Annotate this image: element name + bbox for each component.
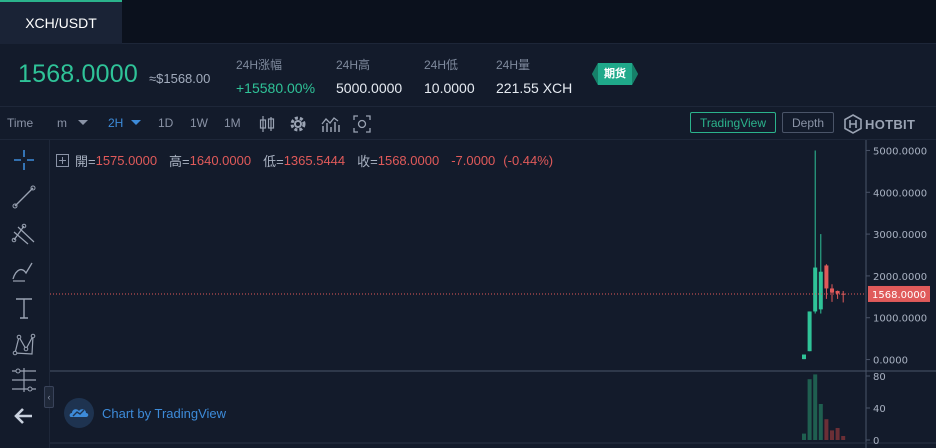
current-price-label: 1568.0000 (872, 290, 926, 301)
stat-volume: 24H量 221.55 XCH (496, 56, 572, 96)
pattern-icon[interactable] (10, 331, 38, 359)
stat-label: 24H涨幅 (236, 58, 283, 72)
stat-label: 24H高 (336, 58, 371, 72)
trading-page: XCH/USDT 1568.0000 ≈$1568.00 24H涨幅 +1558… (0, 0, 936, 448)
tab-pair[interactable]: XCH/USDT (0, 0, 122, 44)
volume-bar (824, 419, 829, 440)
candle-body (818, 271, 823, 310)
volume-bar (841, 436, 846, 440)
screenshot-icon[interactable] (352, 114, 372, 134)
volume-tick-label: 80 (873, 372, 886, 383)
candle-body (807, 311, 812, 352)
measure-icon[interactable] (10, 366, 38, 394)
volume-tick-label: 40 (873, 404, 886, 415)
pitchfork-icon[interactable] (10, 220, 38, 248)
price-tick-label: 3000.0000 (873, 230, 927, 241)
volume-bar (813, 374, 818, 440)
candle-body (802, 354, 806, 360)
last-price: 1568.0000 (18, 60, 138, 88)
price-tick-label: 0.0000 (873, 356, 908, 367)
open-label: 開= (75, 154, 96, 169)
badge-label: 期货 (604, 68, 626, 80)
interval-1w[interactable]: 1W (190, 116, 208, 130)
hotbit-logo: HOTBIT (844, 114, 915, 134)
candles-icon[interactable] (257, 114, 277, 134)
price-tick-label: 4000.0000 (873, 188, 927, 199)
volume-bar (835, 428, 840, 440)
ticker-summary: 1568.0000 ≈$1568.00 24H涨幅 +15580.00% 24H… (0, 44, 936, 106)
interval-2h[interactable]: 2H (108, 116, 123, 130)
settings-gear-icon[interactable] (288, 114, 308, 134)
stat-value: 5000.0000 (336, 80, 403, 96)
time-label: Time (7, 116, 34, 130)
futures-badge[interactable]: 期货 (592, 63, 638, 85)
stat-label: 24H低 (424, 58, 459, 72)
stat-label: 24H量 (496, 58, 531, 72)
candle-body (830, 288, 834, 293)
trend-line-icon[interactable] (10, 183, 38, 211)
watermark-text: Chart by TradingView (102, 405, 227, 421)
price-tick-label: 2000.0000 (873, 272, 927, 283)
tradingview-button[interactable]: TradingView (690, 112, 776, 133)
depth-button[interactable]: Depth (782, 112, 834, 133)
close-label: 收= (357, 154, 378, 169)
change-percent: (-0.44%) (503, 153, 554, 168)
candle-body (813, 267, 818, 312)
interval-minutes[interactable]: m (57, 116, 67, 130)
back-arrow-icon[interactable] (10, 402, 38, 430)
low-value: 1365.5444 (283, 153, 346, 168)
low-label: 低= (263, 154, 284, 169)
volume-bar (807, 379, 812, 440)
interval-1m[interactable]: 1M (224, 116, 241, 130)
stat-high: 24H高 5000.0000 (336, 56, 402, 96)
volume-bar (830, 430, 834, 440)
ohlc-legend: 開= 1575.0000 高= 1640.0000 低= 1365.5444 收= 15… (56, 151, 553, 170)
candle-body (841, 293, 846, 295)
price-tick-label: 1000.0000 (873, 314, 927, 325)
volume-tick-label: 0 (873, 436, 879, 447)
candle-body (835, 290, 840, 294)
high-value: 1640.0000 (189, 153, 252, 168)
brush-icon[interactable] (10, 257, 38, 285)
price-tick-label: 5000.0000 (873, 146, 927, 157)
expand-legend-icon[interactable] (56, 154, 69, 167)
tab-bar: XCH/USDT (0, 0, 936, 44)
stat-value: 221.55 XCH (496, 80, 573, 96)
chevron-down-icon[interactable] (78, 119, 88, 127)
tradingview-cloud-icon (64, 398, 94, 428)
indicators-icon[interactable] (320, 114, 340, 134)
crosshair-icon[interactable] (10, 146, 38, 174)
stat-low: 24H低 10.0000 (424, 56, 475, 96)
open-value: 1575.0000 (95, 153, 158, 168)
candle-body (824, 265, 829, 289)
hotbit-hex-icon (844, 114, 862, 134)
volume-bar (818, 404, 823, 440)
stat-value: 10.0000 (424, 80, 475, 96)
brand-label: HOTBIT (865, 116, 916, 132)
volume-bar (802, 433, 806, 440)
text-icon[interactable] (10, 294, 38, 322)
change-value: -7.0000 (451, 153, 496, 168)
interval-1d[interactable]: 1D (158, 116, 173, 130)
close-value: 1568.0000 (377, 153, 440, 168)
chevron-down-icon[interactable] (131, 119, 141, 127)
tradingview-watermark[interactable]: Chart by TradingView (64, 398, 226, 428)
usd-price: ≈$1568.00 (149, 71, 211, 86)
stat-change: 24H涨幅 +15580.00% (236, 56, 315, 96)
high-label: 高= (169, 154, 190, 169)
stat-value: +15580.00% (236, 80, 316, 96)
drawing-toolbar: ‹ (0, 140, 54, 448)
chart-toolbar: Time m 2H 1D 1W 1M TradingView Depth HOT… (0, 106, 936, 140)
